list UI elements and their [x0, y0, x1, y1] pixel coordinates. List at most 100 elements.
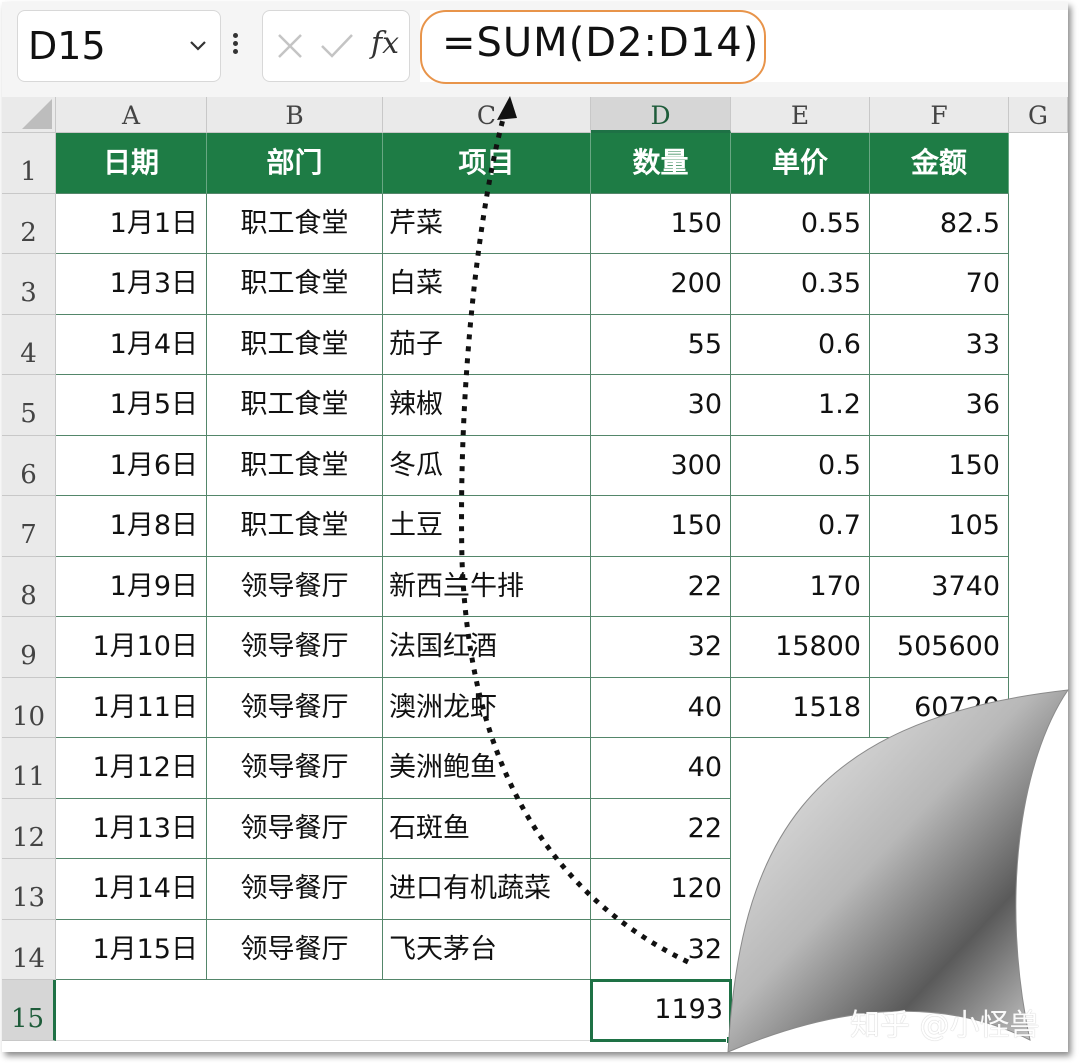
- table-cell[interactable]: 领导餐厅: [207, 859, 383, 920]
- row-header-8[interactable]: 8: [2, 556, 56, 617]
- table-cell[interactable]: 澳洲龙虾: [383, 677, 591, 738]
- table-cell[interactable]: 0.7: [731, 496, 870, 557]
- table-header-cell[interactable]: 数量: [591, 133, 731, 194]
- table-cell[interactable]: 领导餐厅: [207, 738, 383, 799]
- row-header-10[interactable]: 10: [2, 677, 56, 738]
- table-cell[interactable]: 1月14日: [56, 859, 207, 920]
- table-cell[interactable]: 40: [591, 677, 731, 738]
- column-header-b[interactable]: B: [207, 97, 383, 133]
- table-cell[interactable]: 白菜: [383, 254, 591, 315]
- row-header-1[interactable]: 1: [2, 133, 56, 194]
- table-cell[interactable]: 茄子: [383, 314, 591, 375]
- name-box[interactable]: D15: [17, 10, 221, 82]
- table-cell[interactable]: 冬瓜: [383, 435, 591, 496]
- table-cell[interactable]: 1月8日: [56, 496, 207, 557]
- table-cell[interactable]: 职工食堂: [207, 314, 383, 375]
- table-cell[interactable]: 1月6日: [56, 435, 207, 496]
- table-cell[interactable]: 1月4日: [56, 314, 207, 375]
- table-cell[interactable]: 55: [591, 314, 731, 375]
- table-header-cell[interactable]: 单价: [731, 133, 870, 194]
- table-cell[interactable]: 新西兰牛排: [383, 556, 591, 617]
- total-row-blank[interactable]: [56, 980, 591, 1041]
- table-cell[interactable]: 0.5: [731, 435, 870, 496]
- table-cell[interactable]: 1月9日: [56, 556, 207, 617]
- table-cell[interactable]: 15800: [731, 617, 870, 678]
- table-cell[interactable]: 领导餐厅: [207, 556, 383, 617]
- table-cell[interactable]: 1月13日: [56, 798, 207, 859]
- table-cell[interactable]: 1月12日: [56, 738, 207, 799]
- formula-text[interactable]: =SUM(D2:D14): [442, 20, 759, 66]
- table-cell[interactable]: 505600: [870, 617, 1009, 678]
- table-cell[interactable]: 0.6: [731, 314, 870, 375]
- table-cell[interactable]: 22: [591, 798, 731, 859]
- table-cell[interactable]: 法国红酒: [383, 617, 591, 678]
- table-cell[interactable]: 1518: [731, 677, 870, 738]
- table-cell[interactable]: 芹菜: [383, 193, 591, 254]
- table-cell[interactable]: 职工食堂: [207, 496, 383, 557]
- table-cell[interactable]: 32: [591, 919, 731, 980]
- table-cell[interactable]: 150: [591, 193, 731, 254]
- enter-check-icon[interactable]: [319, 31, 355, 61]
- table-cell[interactable]: 70: [870, 254, 1009, 315]
- table-cell[interactable]: 领导餐厅: [207, 798, 383, 859]
- table-cell[interactable]: 1月15日: [56, 919, 207, 980]
- column-header-g[interactable]: G: [1009, 97, 1068, 133]
- table-header-cell[interactable]: 日期: [56, 133, 207, 194]
- row-header-11[interactable]: 11: [2, 738, 56, 799]
- table-cell[interactable]: 32: [591, 617, 731, 678]
- table-cell[interactable]: 1月3日: [56, 254, 207, 315]
- row-header-9[interactable]: 9: [2, 617, 56, 678]
- row-header-7[interactable]: 7: [2, 496, 56, 557]
- table-cell[interactable]: 150: [591, 496, 731, 557]
- table-cell[interactable]: 3740: [870, 556, 1009, 617]
- table-cell[interactable]: 飞天茅台: [383, 919, 591, 980]
- table-cell[interactable]: 120: [591, 859, 731, 920]
- table-cell[interactable]: 1.2: [731, 375, 870, 436]
- cancel-icon[interactable]: [275, 31, 305, 61]
- table-header-cell[interactable]: 部门: [207, 133, 383, 194]
- table-cell[interactable]: 60720: [870, 677, 1009, 738]
- table-header-cell[interactable]: 项目: [383, 133, 591, 194]
- table-cell[interactable]: 领导餐厅: [207, 677, 383, 738]
- column-header-c[interactable]: C: [383, 97, 591, 133]
- column-header-e[interactable]: E: [731, 97, 870, 133]
- column-header-a[interactable]: A: [56, 97, 207, 133]
- table-cell[interactable]: 0.35: [731, 254, 870, 315]
- table-cell[interactable]: 150: [870, 435, 1009, 496]
- table-cell[interactable]: 1月5日: [56, 375, 207, 436]
- row-header-2[interactable]: 2: [2, 193, 56, 254]
- table-cell[interactable]: 82.5: [870, 193, 1009, 254]
- table-cell[interactable]: 200: [591, 254, 731, 315]
- table-cell[interactable]: 105: [870, 496, 1009, 557]
- more-options-icon[interactable]: [231, 30, 239, 64]
- table-cell[interactable]: 1月11日: [56, 677, 207, 738]
- table-cell[interactable]: 石斑鱼: [383, 798, 591, 859]
- row-header-13[interactable]: 13: [2, 859, 56, 920]
- table-cell[interactable]: 0.55: [731, 193, 870, 254]
- table-cell[interactable]: 1月1日: [56, 193, 207, 254]
- table-cell[interactable]: 170: [731, 556, 870, 617]
- row-header-15[interactable]: 15: [2, 980, 56, 1041]
- row-header-3[interactable]: 3: [2, 254, 56, 315]
- table-cell[interactable]: 领导餐厅: [207, 919, 383, 980]
- table-cell[interactable]: 土豆: [383, 496, 591, 557]
- insert-function-icon[interactable]: fx: [371, 26, 399, 61]
- table-header-cell[interactable]: 金额: [870, 133, 1009, 194]
- table-cell[interactable]: 美洲鲍鱼: [383, 738, 591, 799]
- row-header-12[interactable]: 12: [2, 798, 56, 859]
- row-header-6[interactable]: 6: [2, 435, 56, 496]
- table-cell[interactable]: 33: [870, 314, 1009, 375]
- row-header-4[interactable]: 4: [2, 314, 56, 375]
- table-cell[interactable]: 辣椒: [383, 375, 591, 436]
- table-cell[interactable]: 36: [870, 375, 1009, 436]
- select-all-corner[interactable]: [2, 97, 56, 133]
- chevron-down-icon[interactable]: [186, 33, 210, 57]
- table-cell[interactable]: 职工食堂: [207, 254, 383, 315]
- table-cell[interactable]: 300: [591, 435, 731, 496]
- table-cell[interactable]: 22: [591, 556, 731, 617]
- table-cell[interactable]: 进口有机蔬菜: [383, 859, 591, 920]
- table-cell[interactable]: 职工食堂: [207, 193, 383, 254]
- column-header-d[interactable]: D: [591, 97, 731, 133]
- column-header-f[interactable]: F: [870, 97, 1009, 133]
- table-cell[interactable]: 1月10日: [56, 617, 207, 678]
